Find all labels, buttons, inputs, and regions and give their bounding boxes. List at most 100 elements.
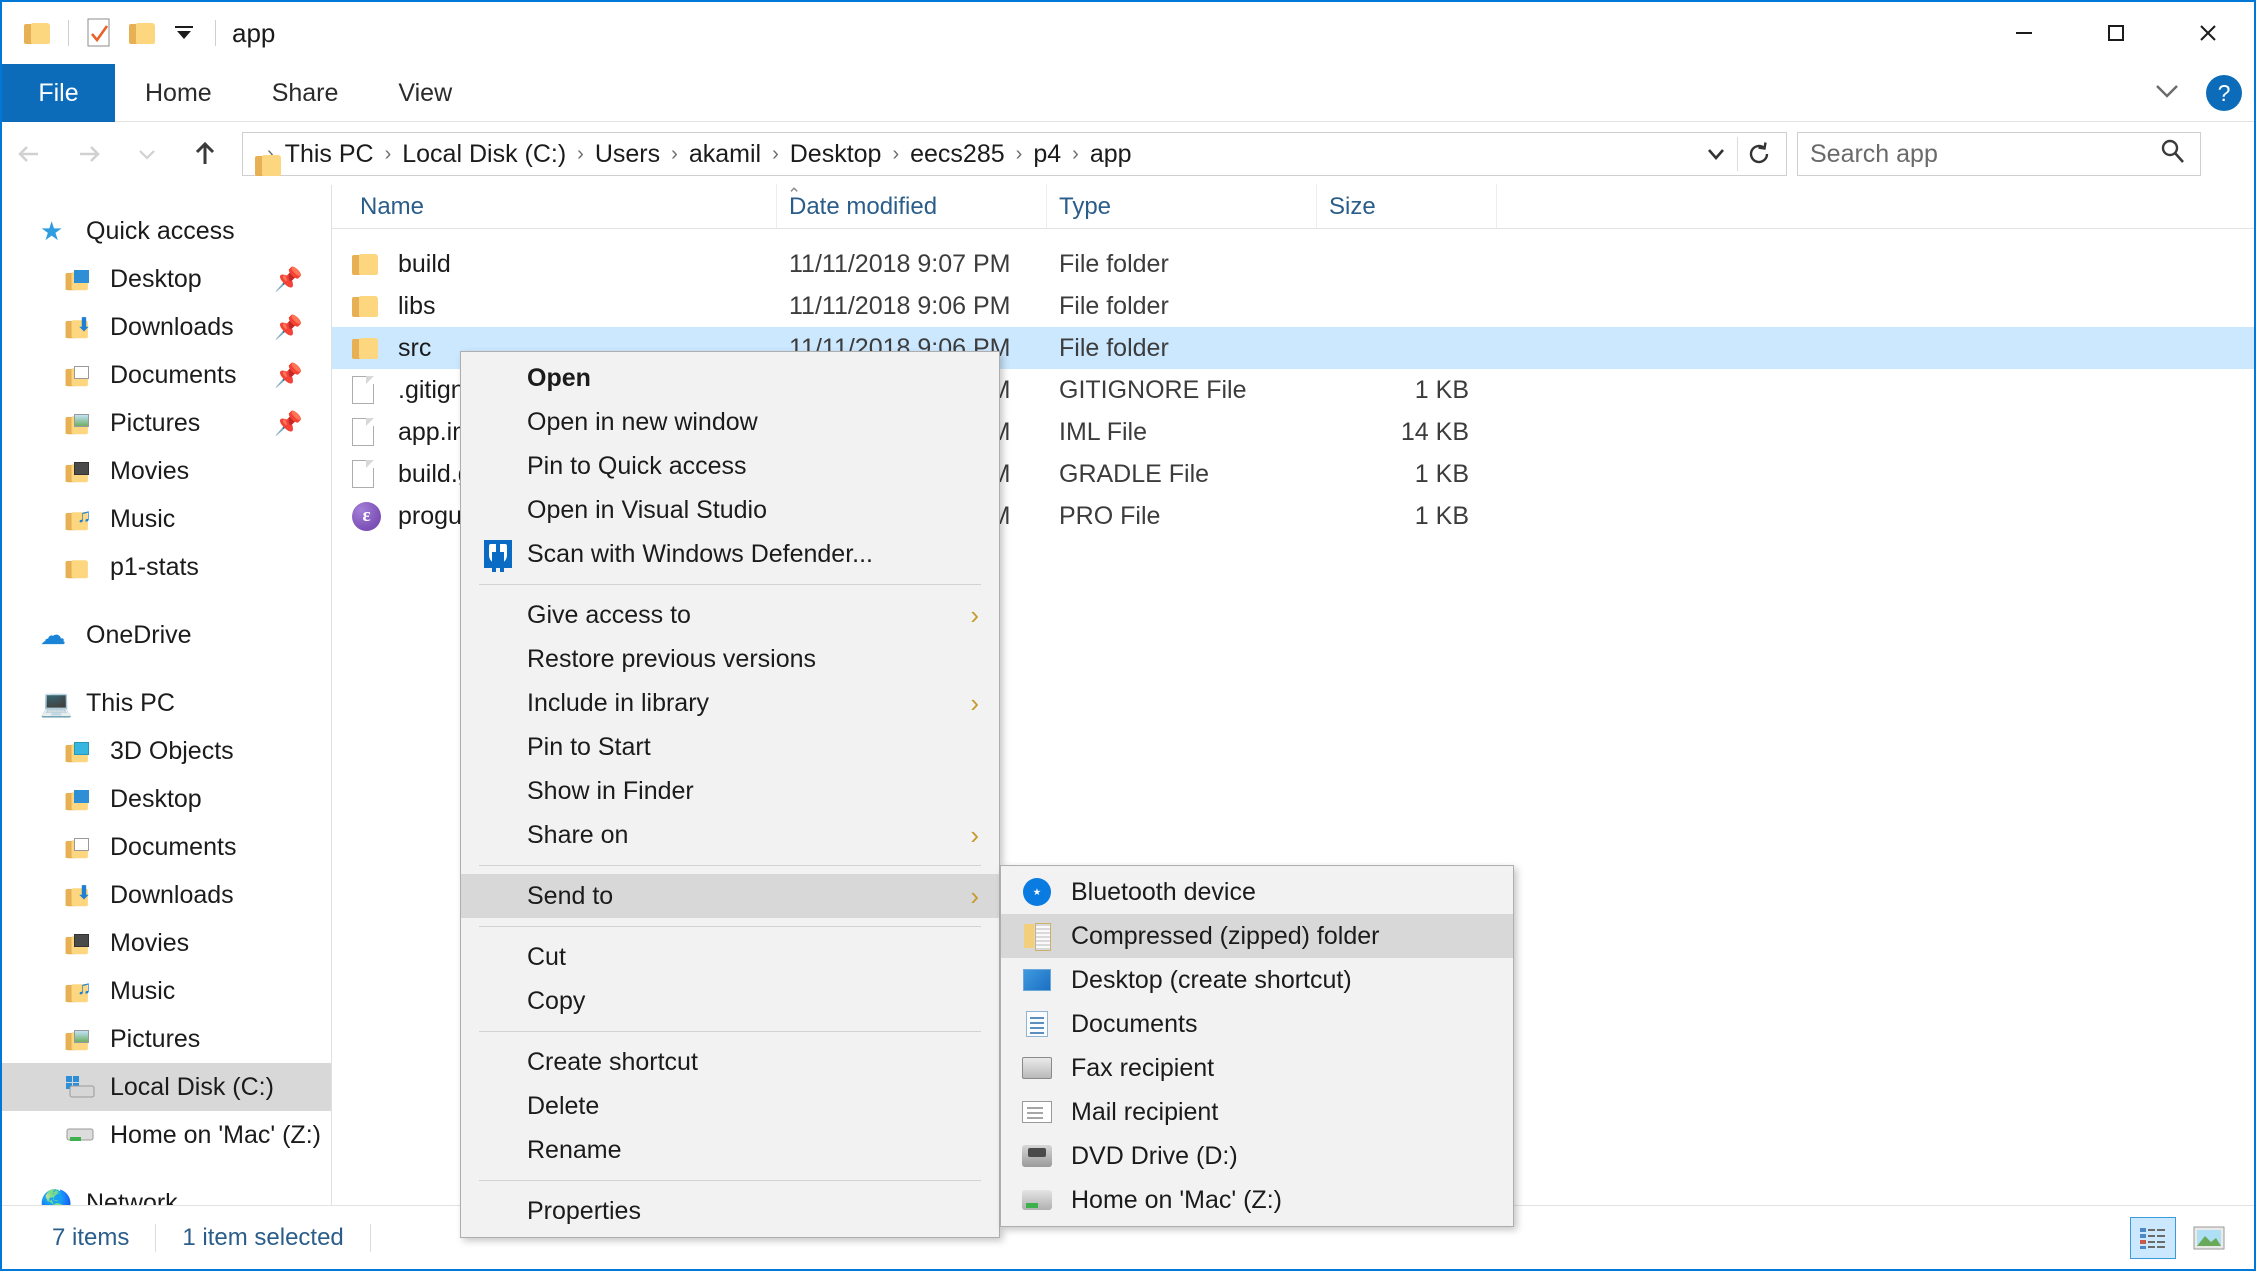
sidebar-item-documents[interactable]: Documents 📌 xyxy=(2,351,331,399)
help-icon[interactable]: ? xyxy=(2206,75,2242,111)
search-icon[interactable] xyxy=(2158,137,2188,172)
sidebar-item-movies[interactable]: Movies xyxy=(2,447,331,495)
submenu-item-home-on-mac-z[interactable]: Home on 'Mac' (Z:) xyxy=(1001,1178,1513,1222)
breadcrumb-item-app[interactable]: app xyxy=(1081,137,1141,172)
sidebar-item-documents-pc[interactable]: Documents xyxy=(2,823,331,871)
sidebar-item-network[interactable]: 🌎 Network xyxy=(2,1179,331,1208)
breadcrumb-item-local-disk[interactable]: Local Disk (C:) xyxy=(393,137,575,172)
pin-icon[interactable]: 📌 xyxy=(274,410,303,437)
menu-item-delete[interactable]: Delete xyxy=(461,1084,999,1128)
up-button[interactable] xyxy=(176,125,234,183)
maximize-button[interactable] xyxy=(2070,2,2162,64)
breadcrumb-item-akamil[interactable]: akamil xyxy=(680,137,770,172)
close-button[interactable] xyxy=(2162,2,2254,64)
search-box[interactable] xyxy=(1797,132,2201,176)
sidebar-item-home-on-mac-z[interactable]: Home on 'Mac' (Z:) xyxy=(2,1111,331,1159)
breadcrumb-separator: › xyxy=(577,142,584,165)
sidebar-item-music[interactable]: ♫ Music xyxy=(2,495,331,543)
menu-item-label: Give access to xyxy=(527,600,691,629)
selection-count-label: 1 item selected xyxy=(182,1223,344,1251)
breadcrumb-separator: › xyxy=(671,142,678,165)
sidebar-item-movies-pc[interactable]: Movies xyxy=(2,919,331,967)
column-header-name[interactable]: Name xyxy=(332,184,777,228)
breadcrumb-item-users[interactable]: Users xyxy=(586,137,669,172)
minimize-button[interactable] xyxy=(1978,2,2070,64)
submenu-item-label: Desktop (create shortcut) xyxy=(1071,965,1352,994)
column-header-date-modified[interactable]: Date modified xyxy=(777,184,1047,228)
column-header-type[interactable]: Type xyxy=(1047,184,1317,228)
submenu-item-fax-recipient[interactable]: Fax recipient xyxy=(1001,1046,1513,1090)
address-history-chevron-down-icon[interactable] xyxy=(1695,133,1737,175)
pin-icon[interactable]: 📌 xyxy=(274,362,303,389)
sidebar-item-desktop[interactable]: Desktop 📌 xyxy=(2,255,331,303)
sidebar-item-downloads[interactable]: ⬇ Downloads 📌 xyxy=(2,303,331,351)
tab-view[interactable]: View xyxy=(368,64,482,122)
sidebar-item-desktop-pc[interactable]: Desktop xyxy=(2,775,331,823)
menu-item-send-to[interactable]: Send to › xyxy=(461,874,999,918)
breadcrumb-item-desktop[interactable]: Desktop xyxy=(781,137,891,172)
forward-button[interactable] xyxy=(60,125,118,183)
menu-item-show-in-finder[interactable]: Show in Finder xyxy=(461,769,999,813)
expand-ribbon-chevron-down-icon[interactable] xyxy=(2150,80,2184,107)
divider xyxy=(369,1223,371,1252)
sidebar-item-downloads-pc[interactable]: ⬇ Downloads xyxy=(2,871,331,919)
refresh-icon[interactable] xyxy=(1738,133,1780,175)
submenu-item-mail-recipient[interactable]: Mail recipient xyxy=(1001,1090,1513,1134)
menu-item-pin-to-quick-access[interactable]: Pin to Quick access xyxy=(461,444,999,488)
menu-item-scan-with-windows-defender[interactable]: Scan with Windows Defender... xyxy=(461,532,999,576)
tab-file[interactable]: File xyxy=(2,64,115,122)
breadcrumb-item-this-pc[interactable]: This PC xyxy=(276,137,383,172)
table-row[interactable]: build 11/11/2018 9:07 PM File folder xyxy=(332,243,2254,285)
divider xyxy=(68,20,69,46)
menu-item-include-in-library[interactable]: Include in library › xyxy=(461,681,999,725)
sidebar-item-label: Pictures xyxy=(110,1024,201,1053)
customize-qat-dropdown-icon[interactable] xyxy=(163,12,205,54)
submenu-item-dvd-drive-d[interactable]: DVD Drive (D:) xyxy=(1001,1134,1513,1178)
menu-item-properties[interactable]: Properties xyxy=(461,1189,999,1233)
submenu-item-bluetooth-device[interactable]: ⋆ Bluetooth device xyxy=(1001,870,1513,914)
address-breadcrumb-field[interactable]: › This PC › Local Disk (C:) › Users › ak… xyxy=(242,132,1787,176)
menu-item-share-on[interactable]: Share on › xyxy=(461,813,999,857)
menu-item-restore-previous-versions[interactable]: Restore previous versions xyxy=(461,637,999,681)
network-drive-icon xyxy=(1019,1190,1055,1210)
menu-item-pin-to-start[interactable]: Pin to Start xyxy=(461,725,999,769)
menu-item-rename[interactable]: Rename xyxy=(461,1128,999,1172)
submenu-item-desktop-create-shortcut[interactable]: Desktop (create shortcut) xyxy=(1001,958,1513,1002)
sidebar-item-quick-access[interactable]: ★ Quick access xyxy=(2,207,331,255)
sidebar-item-music-pc[interactable]: ♫ Music xyxy=(2,967,331,1015)
sidebar-item-local-disk-c[interactable]: Local Disk (C:) xyxy=(2,1063,331,1111)
large-icons-view-icon[interactable] xyxy=(2186,1217,2232,1259)
sidebar-item-this-pc[interactable]: 💻 This PC xyxy=(2,679,331,727)
breadcrumb-item-eecs285[interactable]: eecs285 xyxy=(901,137,1014,172)
recent-locations-chevron-down-icon[interactable] xyxy=(118,125,176,183)
sidebar-item-onedrive[interactable]: ☁ OneDrive xyxy=(2,611,331,659)
sidebar-item-3d-objects[interactable]: 3D Objects xyxy=(2,727,331,775)
menu-item-open-in-visual-studio[interactable]: Open in Visual Studio xyxy=(461,488,999,532)
column-header-size[interactable]: Size xyxy=(1317,184,1497,228)
sidebar-item-p1-stats[interactable]: p1-stats xyxy=(2,543,331,591)
menu-item-open[interactable]: Open xyxy=(461,356,999,400)
tab-share[interactable]: Share xyxy=(242,64,369,122)
file-size-cell: 1 KB xyxy=(1414,501,1469,530)
menu-item-copy[interactable]: Copy xyxy=(461,979,999,1023)
pin-icon[interactable]: 📌 xyxy=(274,314,303,341)
submenu-item-compressed-zipped-folder[interactable]: Compressed (zipped) folder xyxy=(1001,914,1513,958)
details-view-icon[interactable] xyxy=(2130,1216,2176,1259)
breadcrumb-item-p4[interactable]: p4 xyxy=(1024,137,1070,172)
menu-item-give-access-to[interactable]: Give access to › xyxy=(461,593,999,637)
file-name: libs xyxy=(398,291,436,320)
properties-icon[interactable] xyxy=(79,12,121,54)
search-input[interactable] xyxy=(1810,139,2158,169)
sidebar-item-pictures-pc[interactable]: Pictures xyxy=(2,1015,331,1063)
sidebar-item-pictures[interactable]: Pictures 📌 xyxy=(2,399,331,447)
tab-home[interactable]: Home xyxy=(115,64,242,122)
back-button[interactable] xyxy=(2,125,60,183)
menu-item-open-in-new-window[interactable]: Open in new window xyxy=(461,400,999,444)
table-row[interactable]: libs 11/11/2018 9:06 PM File folder xyxy=(332,285,2254,327)
pin-icon[interactable]: 📌 xyxy=(274,266,303,293)
submenu-item-label: Home on 'Mac' (Z:) xyxy=(1071,1185,1282,1214)
new-folder-icon[interactable] xyxy=(121,12,163,54)
submenu-item-documents[interactable]: Documents xyxy=(1001,1002,1513,1046)
menu-item-create-shortcut[interactable]: Create shortcut xyxy=(461,1040,999,1084)
menu-item-cut[interactable]: Cut xyxy=(461,935,999,979)
